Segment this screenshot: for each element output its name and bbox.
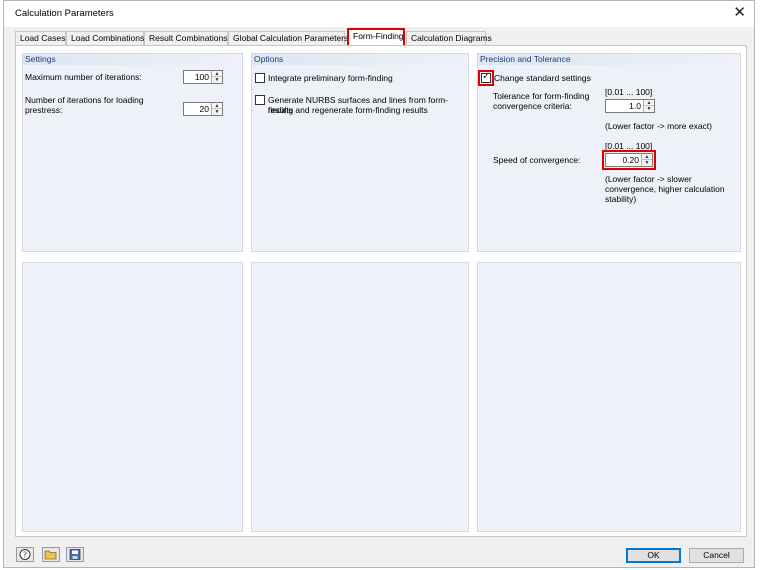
- help-button[interactable]: ?: [16, 547, 34, 562]
- tab-calculation-diagrams[interactable]: Calculation Diagrams: [406, 31, 492, 46]
- tolerance-label-line2: convergence criteria:: [493, 101, 572, 111]
- window-title: Calculation Parameters: [15, 8, 114, 19]
- loading-iterations-spinner[interactable]: 20 ▲ ▼: [183, 102, 223, 116]
- tab-form-finding[interactable]: Form-Finding: [347, 28, 405, 47]
- form-finding-pane: Settings Maximum number of iterations: 1…: [15, 45, 747, 537]
- spin-down-icon[interactable]: ▼: [212, 109, 222, 115]
- max-iterations-value: 100: [194, 72, 209, 82]
- generate-nurbs-checkbox[interactable]: [255, 95, 265, 105]
- tolerance-label-line1: Tolerance for form-finding: [493, 91, 590, 101]
- save-icon: [69, 549, 81, 560]
- settings-panel: Settings Maximum number of iterations: 1…: [22, 53, 243, 252]
- max-iterations-spin-buttons[interactable]: ▲ ▼: [211, 71, 222, 83]
- spin-down-icon[interactable]: ▼: [644, 106, 654, 112]
- tab-result-combinations[interactable]: Result Combinations: [144, 31, 228, 46]
- close-icon[interactable]: ✕: [733, 4, 746, 22]
- max-iterations-label: Maximum number of iterations:: [25, 72, 142, 82]
- tab-load-combinations[interactable]: Load Combinations: [66, 31, 144, 46]
- precision-tolerance-panel: Precision and Tolerance ✓ Change standar…: [477, 53, 741, 252]
- loading-iterations-spin-buttons[interactable]: ▲ ▼: [211, 103, 222, 115]
- loading-iterations-label-line2: prestress:: [25, 105, 63, 115]
- tolerance-hint: (Lower factor -> more exact): [605, 121, 712, 131]
- tolerance-spinner[interactable]: 1.0 ▲ ▼: [605, 99, 655, 113]
- integrate-form-finding-checkbox[interactable]: [255, 73, 265, 83]
- generate-nurbs-label-line2[interactable]: results and regenerate form-finding resu…: [268, 105, 428, 115]
- speed-of-convergence-label: Speed of convergence:: [493, 155, 581, 165]
- ok-button[interactable]: OK: [626, 548, 681, 563]
- calculation-parameters-dialog: Calculation Parameters ✕ Load Cases Load…: [3, 0, 755, 568]
- integrate-form-finding-label[interactable]: Integrate preliminary form-finding: [268, 73, 393, 83]
- speed-range: [0.01 ... 100]: [605, 141, 653, 151]
- tolerance-range: [0.01 ... 100]: [605, 87, 653, 97]
- tab-load-cases[interactable]: Load Cases: [15, 31, 66, 46]
- options-panel-title: Options: [252, 54, 468, 65]
- tolerance-value: 1.0: [629, 101, 641, 111]
- spin-down-icon[interactable]: ▼: [212, 77, 222, 83]
- change-standard-settings-checkbox[interactable]: ✓: [478, 70, 494, 86]
- loading-iterations-label-line1: Number of iterations for loading: [25, 95, 144, 105]
- dialog-footer: ? OK Cancel: [4, 541, 754, 569]
- spin-down-icon[interactable]: ▼: [642, 160, 652, 166]
- cancel-button[interactable]: Cancel: [689, 548, 744, 563]
- help-icon: ?: [19, 549, 31, 560]
- empty-panel-middle: [251, 262, 469, 532]
- speed-spin-buttons[interactable]: ▲ ▼: [641, 154, 652, 166]
- empty-panel-right: [477, 262, 741, 532]
- tab-global-calculation-parameters[interactable]: Global Calculation Parameters: [228, 31, 348, 46]
- checkmark-icon: ✓: [482, 71, 491, 82]
- settings-panel-title: Settings: [23, 54, 242, 65]
- open-button[interactable]: [42, 547, 60, 562]
- speed-hint-line2: convergence, higher calculation: [605, 184, 725, 194]
- save-button[interactable]: [66, 547, 84, 562]
- title-bar: Calculation Parameters ✕: [4, 1, 754, 27]
- change-standard-settings-label[interactable]: Change standard settings: [494, 73, 591, 83]
- max-iterations-spinner[interactable]: 100 ▲ ▼: [183, 70, 223, 84]
- speed-of-convergence-value: 0.20: [622, 155, 639, 165]
- speed-hint-line1: (Lower factor -> slower: [605, 174, 692, 184]
- speed-of-convergence-spinner[interactable]: 0.20 ▲ ▼: [602, 150, 656, 170]
- options-panel: Options Integrate preliminary form-findi…: [251, 53, 469, 252]
- speed-hint-line3: stability): [605, 194, 637, 204]
- empty-panel-left: [22, 262, 243, 532]
- tolerance-spin-buttons[interactable]: ▲ ▼: [643, 100, 654, 112]
- svg-text:?: ?: [23, 551, 27, 560]
- loading-iterations-value: 20: [199, 104, 209, 114]
- open-folder-icon: [44, 550, 57, 560]
- precision-panel-title: Precision and Tolerance: [478, 54, 740, 65]
